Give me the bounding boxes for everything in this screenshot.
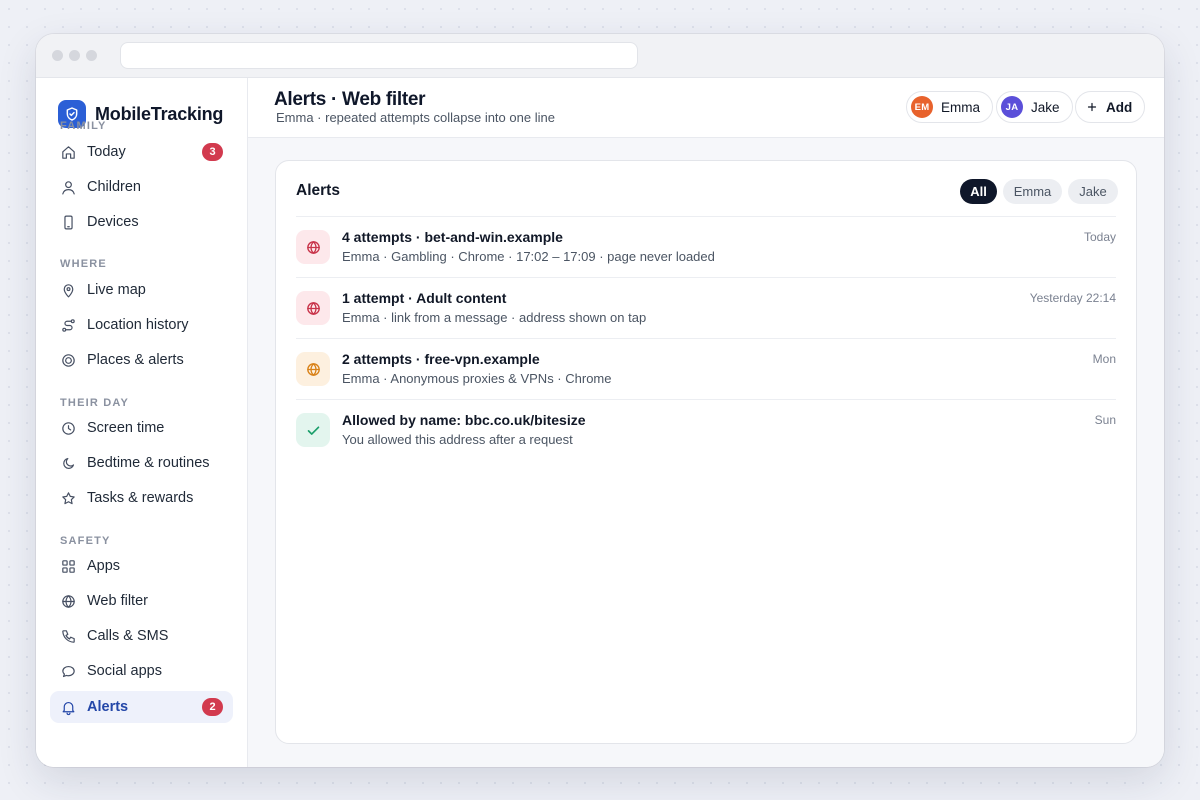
page-header: Alerts · Web filter Emma · repeated atte… (248, 78, 1164, 138)
alert-row[interactable]: 4 attempts · bet-and-win.example Emma · G… (296, 216, 1116, 277)
sidebar: MobileTracking FAMILY Today 3 Children Devic… (36, 78, 248, 767)
address-bar[interactable] (120, 42, 638, 69)
sidebar-item-calls-and-sms[interactable]: Calls & SMS (50, 620, 233, 652)
phone-icon (60, 214, 77, 231)
route-icon (60, 317, 77, 334)
alert-row[interactable]: Allowed by name: bbc.co.uk/bitesize You a… (296, 399, 1116, 460)
sidebar-item-screen-time[interactable]: Screen time (50, 412, 233, 444)
count-badge: 3 (202, 143, 223, 161)
sidebar-item-alerts[interactable]: Alerts 2 (50, 691, 233, 723)
sidebar-item-label: Web filter (87, 593, 148, 609)
alert-title: 2 attempts · free-vpn.example (342, 351, 540, 367)
avatar: EM (911, 96, 933, 118)
avatar: JA (1001, 96, 1023, 118)
child-name: Emma (941, 99, 981, 115)
phone-call-icon (60, 628, 77, 645)
globe-icon (296, 352, 330, 386)
sidebar-item-devices[interactable]: Devices (50, 206, 233, 238)
sidebar-item-live-map[interactable]: Live map (50, 274, 233, 306)
sidebar-item-bedtime-and-routines[interactable]: Bedtime & routines (50, 447, 233, 479)
person-icon (60, 179, 77, 196)
star-icon (60, 490, 77, 507)
home-icon (60, 144, 77, 161)
alert-time: Today (1083, 230, 1116, 244)
bell-icon (60, 699, 77, 716)
map-pin-icon (60, 282, 77, 299)
grid-icon (60, 558, 77, 575)
plus-icon (1086, 101, 1098, 113)
alert-title: 1 attempt · Adult content (342, 290, 507, 306)
sidebar-item-label: Devices (87, 214, 139, 230)
globe-icon (296, 291, 330, 325)
window-maximize-dot[interactable] (86, 50, 97, 61)
count-badge: 2 (202, 698, 223, 716)
alert-time: Yesterday 22:14 (1029, 291, 1116, 305)
alert-details: Emma · link from a message · address sho… (342, 310, 647, 325)
alerts-list: 4 attempts · bet-and-win.example Emma · G… (296, 216, 1116, 460)
add-label: Add (1106, 99, 1133, 115)
page-subtitle: Emma · repeated attempts collapse into o… (276, 110, 555, 125)
chat-bubble-icon (60, 663, 77, 680)
add-child-button[interactable]: Add (1075, 91, 1146, 123)
alert-details: You allowed this address after a request (342, 432, 573, 447)
filter-jake[interactable]: Jake (1068, 179, 1118, 204)
sidebar-item-places-and-alerts[interactable]: Places & alerts (50, 344, 233, 376)
target-icon (60, 352, 77, 369)
sidebar-item-tasks-and-rewards[interactable]: Tasks & rewards (50, 482, 233, 514)
brand-name: MobileTracking (95, 103, 224, 124)
nav-section-title: FAMILY (60, 120, 107, 132)
moon-icon (60, 455, 77, 472)
sidebar-item-apps[interactable]: Apps (50, 550, 233, 582)
alert-title: 4 attempts · bet-and-win.example (342, 229, 563, 245)
window-close-dot[interactable] (52, 50, 63, 61)
sidebar-item-children[interactable]: Children (50, 171, 233, 203)
sidebar-item-label: Live map (87, 282, 146, 298)
filter-emma[interactable]: Emma (1003, 179, 1062, 204)
sidebar-item-label: Tasks & rewards (87, 490, 194, 506)
filter-all[interactable]: All (960, 179, 997, 204)
sidebar-item-label: Calls & SMS (87, 628, 169, 644)
alert-details: Emma · Gambling · Chrome · 17:02 – 17:09… (342, 249, 715, 264)
alerts-card: Alerts All Emma Jake 4 attempts · bet-an… (275, 160, 1137, 744)
page-title: Alerts · Web filter (274, 89, 426, 110)
child-chip-jake[interactable]: JA Jake (996, 91, 1073, 123)
alert-time: Sun (1094, 413, 1116, 427)
alert-details: Emma · Anonymous proxies & VPNs · Chrome (342, 371, 612, 386)
nav-section-title: THEIR DAY (60, 397, 130, 409)
sidebar-item-label: Children (87, 179, 141, 195)
sidebar-item-today[interactable]: Today 3 (50, 136, 233, 168)
globe-icon (296, 230, 330, 264)
nav-section-title: WHERE (60, 258, 107, 270)
alert-title: Allowed by name: bbc.co.uk/bitesize (342, 412, 586, 428)
sidebar-item-label: Today (87, 144, 126, 160)
clock-icon (60, 420, 77, 437)
main-content: Alerts All Emma Jake 4 attempts · bet-an… (248, 138, 1164, 767)
title-bar (36, 34, 1164, 78)
child-name: Jake (1031, 99, 1060, 115)
sidebar-item-social-apps[interactable]: Social apps (50, 655, 233, 687)
alert-time: Mon (1092, 352, 1116, 366)
nav-section-title: SAFETY (60, 535, 111, 547)
card-title: Alerts (296, 182, 340, 199)
sidebar-item-label: Apps (87, 558, 121, 574)
sidebar-item-label: Location history (87, 317, 189, 333)
browser-window: MobileTracking FAMILY Today 3 Children Devic… (36, 34, 1164, 767)
sidebar-item-label: Places & alerts (87, 352, 184, 368)
child-chip-emma[interactable]: EM Emma (906, 91, 994, 123)
sidebar-item-label: Screen time (87, 420, 165, 436)
sidebar-item-label: Alerts (87, 699, 129, 715)
check-icon (296, 413, 330, 447)
sidebar-item-location-history[interactable]: Location history (50, 309, 233, 341)
sidebar-item-web-filter[interactable]: Web filter (50, 585, 233, 617)
globe-icon (60, 593, 77, 610)
sidebar-item-label: Bedtime & routines (87, 455, 210, 471)
alert-row[interactable]: 1 attempt · Adult content Emma · link fro… (296, 277, 1116, 338)
window-minimize-dot[interactable] (69, 50, 80, 61)
sidebar-item-label: Social apps (87, 663, 162, 679)
alert-row[interactable]: 2 attempts · free-vpn.example Emma · Anon… (296, 338, 1116, 399)
